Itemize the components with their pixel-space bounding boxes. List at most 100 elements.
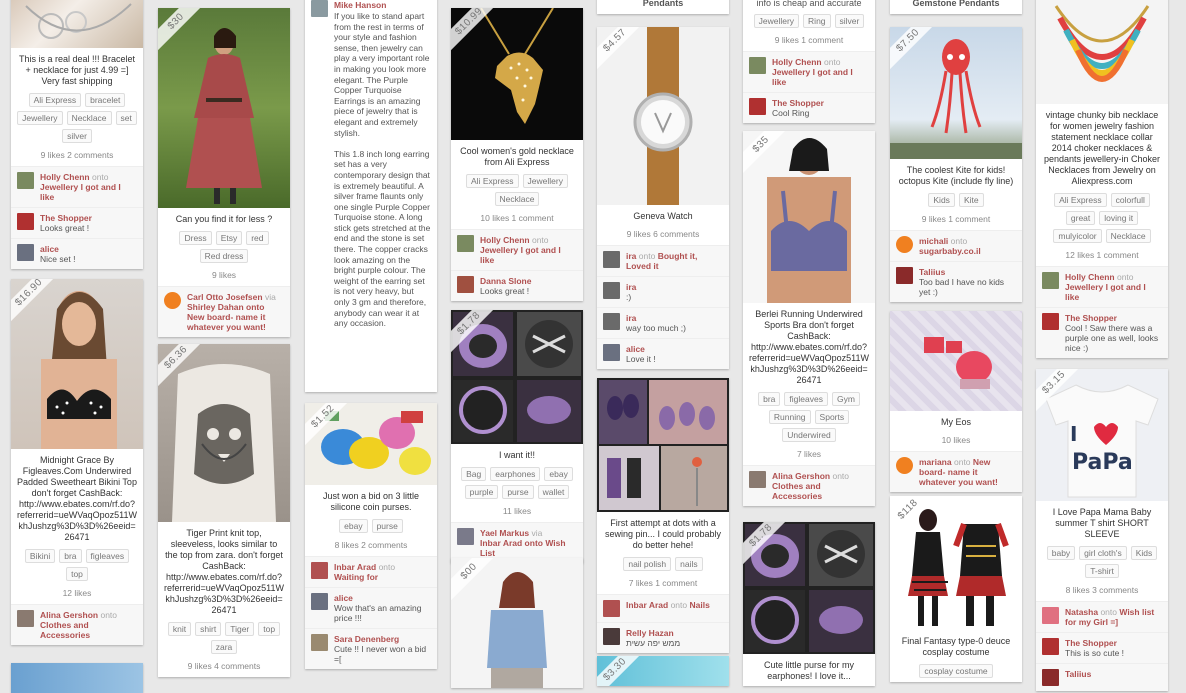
pin-image[interactable]: $1.52 bbox=[305, 403, 437, 485]
tag[interactable]: purple bbox=[464, 485, 499, 499]
tag[interactable]: Jewellery bbox=[522, 174, 568, 188]
pin-image[interactable]: $118 bbox=[890, 496, 1022, 630]
pin-image[interactable]: $1.78 bbox=[743, 522, 875, 654]
avatar[interactable] bbox=[311, 634, 328, 651]
tag[interactable]: Kite bbox=[958, 193, 984, 207]
pin-image[interactable]: $4.57 bbox=[597, 27, 729, 205]
board-link[interactable]: Waiting for bbox=[334, 572, 378, 582]
tag[interactable]: bra bbox=[59, 549, 82, 563]
pin-card[interactable]: $7.50 The coolest Kite for kids! octopus… bbox=[890, 27, 1022, 302]
avatar[interactable] bbox=[1042, 272, 1059, 289]
pin-image[interactable]: I PaPa $3.15 bbox=[1036, 369, 1168, 501]
avatar[interactable] bbox=[749, 57, 766, 74]
tag[interactable]: colorfull bbox=[1110, 193, 1150, 207]
avatar[interactable] bbox=[603, 628, 620, 645]
tag[interactable]: Kids bbox=[928, 193, 955, 207]
tag[interactable]: shirt bbox=[195, 622, 222, 636]
avatar[interactable] bbox=[1042, 669, 1059, 686]
tag[interactable]: ebay bbox=[339, 519, 368, 533]
tag[interactable]: Jewellery bbox=[753, 14, 800, 28]
tag[interactable]: girl cloth's bbox=[1079, 546, 1127, 560]
board-link[interactable]: Shirley Dahan onto New board- name it wh… bbox=[187, 302, 266, 332]
commenter-name[interactable]: Relly Hazan bbox=[626, 628, 674, 638]
pin-card[interactable]: $1.78 Cute little purse for my earphones… bbox=[743, 522, 875, 686]
tag[interactable]: figleaves bbox=[85, 549, 130, 563]
pin-card[interactable]: $10.99 Cool women's gold necklace from A… bbox=[451, 8, 583, 301]
pin-card[interactable]: $30 Can you find it for less ? Dress Etsy… bbox=[158, 8, 290, 337]
board-link[interactable]: Jewellery I got and I like bbox=[480, 245, 561, 265]
avatar[interactable] bbox=[1042, 313, 1059, 330]
tag[interactable]: ebay bbox=[544, 467, 573, 481]
avatar[interactable] bbox=[17, 610, 34, 627]
pinner-name[interactable]: Mike Hanson bbox=[334, 0, 386, 10]
tag[interactable]: Ali Express bbox=[466, 174, 519, 188]
tag[interactable]: Bikini bbox=[24, 549, 56, 563]
pin-card[interactable]: Pendants bbox=[597, 0, 729, 14]
pin-image[interactable]: $16.90 bbox=[11, 279, 143, 449]
pin-image[interactable]: $35 bbox=[743, 131, 875, 303]
tag[interactable]: Red dress bbox=[199, 249, 249, 263]
pinner-name[interactable]: michali bbox=[919, 236, 948, 246]
tag[interactable]: top bbox=[66, 567, 88, 581]
pin-card[interactable]: I PaPa $3.15 I Love Papa Mama Baby summe… bbox=[1036, 369, 1168, 691]
pin-image[interactable]: $10.99 bbox=[451, 8, 583, 140]
tag[interactable]: Necklace bbox=[1105, 229, 1151, 243]
pin-card[interactable]: $3.30 bbox=[597, 656, 729, 686]
commenter-name[interactable]: alice bbox=[40, 244, 59, 254]
commenter-name[interactable]: ira bbox=[626, 282, 636, 292]
tag[interactable]: silver bbox=[834, 14, 865, 28]
avatar[interactable] bbox=[17, 244, 34, 261]
pinner-name[interactable]: Holly Chenn bbox=[480, 235, 530, 245]
pin-card[interactable]: $16.90 Midnight Grace By Figleaves.Com U… bbox=[11, 279, 143, 645]
tag[interactable]: Gym bbox=[831, 392, 860, 406]
tag[interactable]: Dress bbox=[179, 231, 212, 245]
avatar[interactable] bbox=[17, 213, 34, 230]
pin-image[interactable]: $00 bbox=[451, 558, 583, 688]
tag[interactable]: wallet bbox=[537, 485, 570, 499]
avatar[interactable] bbox=[1042, 607, 1059, 624]
tag[interactable]: knit bbox=[167, 622, 192, 636]
avatar[interactable] bbox=[1042, 638, 1059, 655]
pin-card[interactable]: $6.36 Tiger Print knit top, sleeveless, … bbox=[158, 344, 290, 677]
board-link[interactable]: Jewellery I got and I like bbox=[40, 182, 121, 202]
tag[interactable]: bracelet bbox=[85, 93, 126, 107]
avatar[interactable] bbox=[603, 313, 620, 330]
tag[interactable]: cosplay costume bbox=[919, 664, 993, 678]
tag[interactable]: Etsy bbox=[215, 231, 243, 245]
tag[interactable]: top bbox=[258, 622, 281, 636]
avatar[interactable] bbox=[311, 0, 328, 17]
tag[interactable]: Kids bbox=[1130, 546, 1158, 560]
avatar[interactable] bbox=[17, 172, 34, 189]
board-link[interactable]: Inbar Arad onto Wish List bbox=[480, 538, 566, 558]
pin-card[interactable]: $1.52 Just won a bid on 3 little silicon… bbox=[305, 403, 437, 669]
commenter-name[interactable]: The Shopper bbox=[1065, 638, 1117, 648]
pin-image[interactable]: $7.50 bbox=[890, 27, 1022, 159]
pinner-name[interactable]: ira bbox=[626, 251, 636, 261]
board-link[interactable]: Jewellery I got and I like bbox=[772, 67, 853, 87]
pin-image[interactable] bbox=[890, 311, 1022, 411]
pin-card[interactable]: Mike Hanson If you like to stand apart f… bbox=[305, 0, 437, 392]
tag[interactable]: Running bbox=[768, 410, 811, 424]
pinner-name[interactable]: mariana bbox=[919, 457, 952, 467]
commenter-name[interactable]: ira bbox=[626, 313, 636, 323]
tag[interactable]: Tiger bbox=[225, 622, 255, 636]
avatar[interactable] bbox=[603, 600, 620, 617]
pinner-name[interactable]: Yael Markus bbox=[480, 528, 529, 538]
tag[interactable]: Necklace bbox=[66, 111, 112, 125]
pin-image[interactable] bbox=[597, 378, 729, 512]
pin-card[interactable]: My Eos 10 likes mariana onto New board- … bbox=[890, 311, 1022, 492]
pin-image[interactable] bbox=[11, 0, 143, 48]
pin-image[interactable]: $3.30 bbox=[597, 656, 729, 686]
avatar[interactable] bbox=[603, 344, 620, 361]
tag[interactable]: Ali Express bbox=[1054, 193, 1107, 207]
tag[interactable]: set bbox=[115, 111, 137, 125]
pinner-name[interactable]: Alina Gershon bbox=[772, 471, 830, 481]
board-link[interactable]: Jewellery I got and I like bbox=[1065, 282, 1146, 302]
pinner-name[interactable]: Inbar Arad bbox=[334, 562, 376, 572]
commenter-name[interactable]: The Shopper bbox=[1065, 313, 1117, 323]
board-link[interactable]: Clothes and Accessories bbox=[40, 620, 90, 640]
tag[interactable]: purse bbox=[502, 485, 534, 499]
tag[interactable]: great bbox=[1065, 211, 1096, 225]
pinner-name[interactable]: Carl Otto Josefsen bbox=[187, 292, 263, 302]
avatar[interactable] bbox=[457, 528, 474, 545]
